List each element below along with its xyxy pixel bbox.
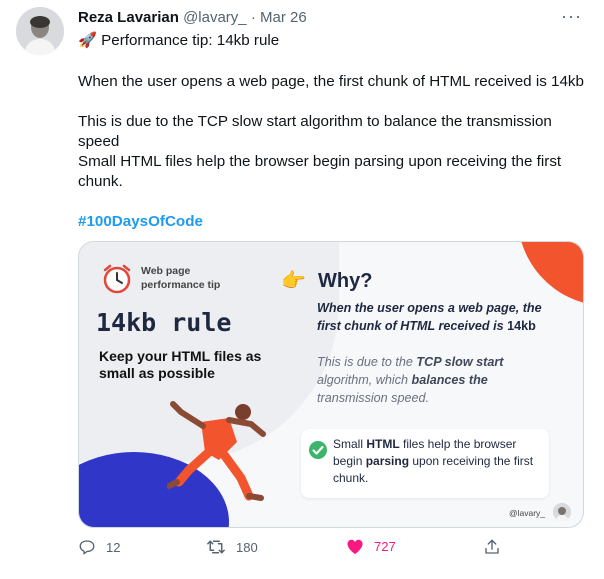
runner-illustration bbox=[167, 401, 266, 501]
header-separator: · bbox=[250, 9, 256, 26]
image-handle: @lavary_ bbox=[508, 508, 545, 518]
avatar[interactable] bbox=[16, 7, 64, 55]
tweet-line-3: This is due to the TCP slow start algori… bbox=[78, 113, 552, 150]
image-avatar bbox=[553, 503, 571, 521]
reply-icon bbox=[79, 540, 95, 555]
more-options-icon[interactable]: ··· bbox=[561, 6, 582, 27]
tweet-line-4: Small HTML files help the browser begin … bbox=[78, 153, 562, 190]
retweet-count: 180 bbox=[236, 539, 258, 555]
tweet[interactable]: Reza Lavarian @lavary_ · Mar 26 ··· 🚀 Pe… bbox=[0, 0, 604, 579]
tweet-date[interactable]: Mar 26 bbox=[260, 9, 307, 26]
pointing-hand-icon: 👉 bbox=[281, 270, 306, 292]
tip-label: Web page performance tip bbox=[141, 265, 221, 291]
retweet-button[interactable]: 180 bbox=[206, 538, 258, 556]
tweet-actions: 12 180 727 bbox=[78, 538, 588, 562]
like-count: 727 bbox=[374, 539, 396, 554]
tweet-line-1: 🚀 Performance tip: 14kb rule bbox=[78, 32, 280, 49]
why-bold-text: When the user opens a web page, the firs… bbox=[317, 301, 542, 333]
rule-title: 14kb rule bbox=[96, 308, 232, 337]
author-name[interactable]: Reza Lavarian bbox=[78, 9, 179, 26]
tweet-header: Reza Lavarian @lavary_ · Mar 26 bbox=[78, 8, 307, 28]
takeaway-box: Small HTML files help the browser begin … bbox=[301, 429, 549, 498]
share-button[interactable] bbox=[483, 538, 501, 556]
tweet-line-2: When the user opens a web page, the firs… bbox=[78, 73, 584, 90]
retweet-icon bbox=[207, 540, 225, 554]
checkmark-icon bbox=[309, 441, 327, 459]
tweet-image-card[interactable]: Web page performance tip 14kb rule Keep … bbox=[78, 241, 584, 528]
rule-subtitle: Keep your HTML files as small as possibl… bbox=[99, 348, 262, 381]
why-explanation-text: This is due to the TCP slow start algori… bbox=[317, 355, 504, 405]
takeaway-text: Small HTML files help the browser begin … bbox=[333, 437, 534, 485]
reply-button[interactable]: 12 bbox=[78, 538, 120, 556]
alarm-clock-icon bbox=[103, 264, 131, 294]
like-button[interactable]: 727 bbox=[346, 538, 396, 555]
why-title: Why? bbox=[318, 270, 373, 292]
hashtag-link[interactable]: #100DaysOfCode bbox=[78, 212, 588, 232]
share-icon bbox=[485, 539, 499, 554]
heart-icon bbox=[347, 539, 363, 554]
author-handle[interactable]: @lavary_ bbox=[183, 9, 247, 26]
reply-count: 12 bbox=[106, 539, 121, 555]
